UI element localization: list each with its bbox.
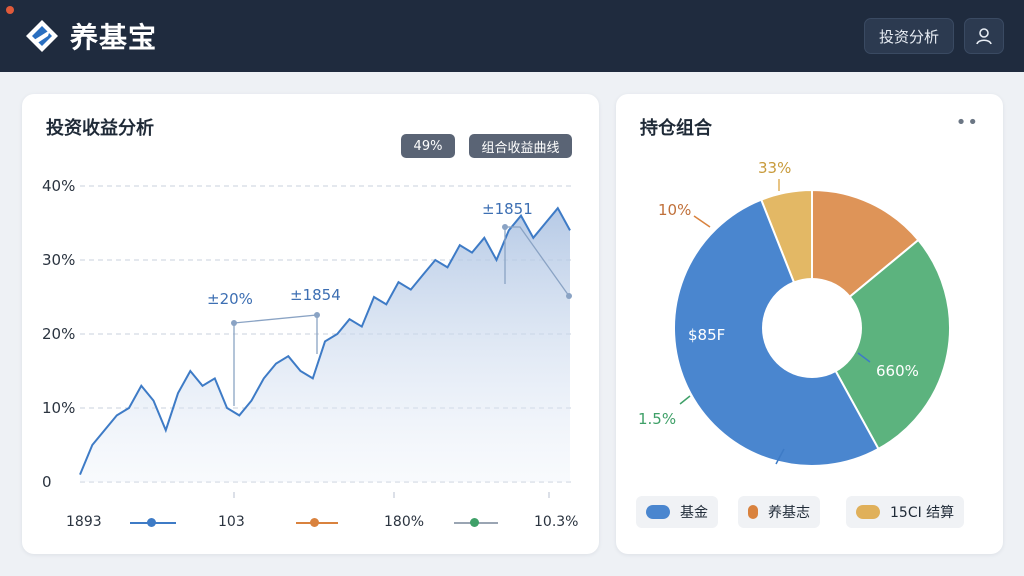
annotation-label: ±20% — [207, 290, 253, 308]
user-button[interactable] — [964, 18, 1004, 54]
investment-analysis-button[interactable]: 投资分析 — [863, 18, 954, 54]
legend-swatch — [646, 505, 670, 519]
slice-label: 33% — [758, 159, 791, 177]
legend-label: 养基志 — [768, 505, 810, 521]
top-header: 养基宝 投资分析 — [0, 0, 1024, 72]
legend-item-fund[interactable]: 基金 — [636, 496, 718, 528]
slice-label: $85F — [688, 326, 725, 344]
label-arrow — [693, 215, 711, 228]
y-tick-label: 10% — [42, 399, 75, 417]
slice-label: 1.5% — [638, 410, 676, 428]
y-tick-label: 20% — [42, 325, 75, 343]
y-tick-label: 0 — [42, 473, 52, 491]
legend-dot-green — [470, 518, 479, 527]
annotation-point — [314, 312, 320, 318]
annotation-label: ±1851 — [482, 200, 533, 218]
chart-legend: 1893 103 180% 10.3% — [22, 512, 599, 534]
legend-item-label: 180% — [384, 514, 425, 530]
annotation-point — [502, 224, 508, 230]
donut-hole — [762, 278, 862, 378]
legend-swatch — [748, 505, 758, 519]
holdings-donut-chart: 33% 10% $85F 1.5% 660% — [638, 159, 951, 467]
legend-item-label: 103 — [218, 514, 245, 530]
app-title: 养基宝 — [70, 21, 158, 54]
slice-label: 10% — [658, 201, 691, 219]
annotation-point — [231, 320, 237, 326]
area-fill — [80, 208, 570, 482]
investment-return-card: 投资收益分析 49% 组合收益曲线 40% 30% 20% 10% 0 ±20% ±18… — [22, 94, 599, 554]
legend-dot-blue — [147, 518, 156, 527]
legend-label: 基金 — [680, 505, 708, 521]
slice-label: 660% — [876, 362, 919, 380]
status-dot — [6, 6, 14, 14]
diamond-logo-icon[interactable] — [24, 18, 60, 54]
return-line-chart: 40% 30% 20% 10% 0 ±20% ±1854 ±1851 — [42, 177, 572, 498]
legend-label: 15CI 结算 — [890, 505, 955, 521]
legend-swatch — [856, 505, 880, 519]
annotation-point — [566, 293, 572, 299]
legend-item-yangjizhi[interactable]: 养基志 — [738, 496, 820, 528]
annotation-label: ±1854 — [290, 286, 341, 304]
legend-item-settlement[interactable]: 15CI 结算 — [846, 496, 965, 528]
legend-dot-orange — [310, 518, 319, 527]
y-tick-label: 30% — [42, 251, 75, 269]
user-icon — [976, 28, 992, 45]
legend-start-label: 1893 — [66, 514, 102, 530]
holdings-card: 持仓组合 •• 33% 10% $85F 1.5% 660% 基金 养基志 15… — [616, 94, 1003, 554]
y-tick-label: 40% — [42, 177, 75, 195]
legend-item-label: 10.3% — [534, 514, 579, 530]
label-arrow — [679, 395, 691, 405]
